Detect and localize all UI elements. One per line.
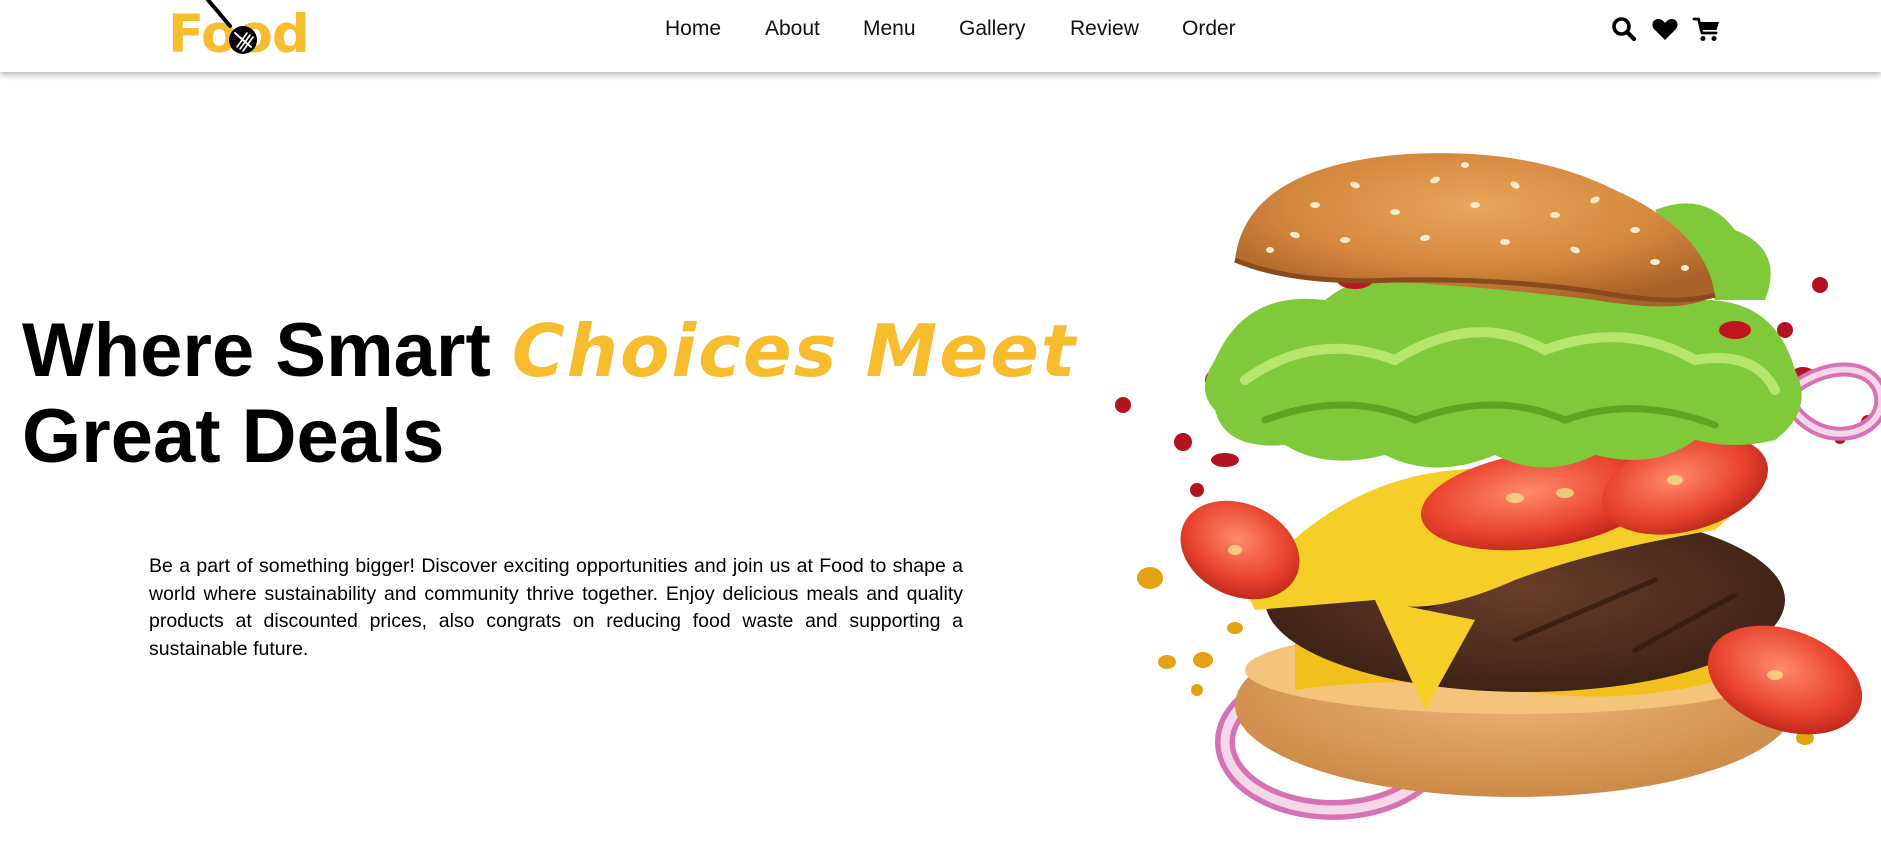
main-nav: Home About Menu Gallery Review Order (0, 0, 1881, 58)
hero-title: Where Smart Choices Meet Great Deals (22, 308, 1077, 480)
hero-title-part2: Great Deals (22, 394, 445, 479)
hero-title-part1: Where Smart (22, 308, 512, 393)
nav-item-order[interactable]: Order (1182, 16, 1236, 42)
hero-title-accent: Choices Meet (511, 309, 1078, 393)
search-icon[interactable] (1609, 14, 1639, 44)
hero-description: Be a part of something bigger! Discover … (149, 555, 963, 660)
nav-item-menu[interactable]: Menu (863, 16, 916, 42)
site-header: Food Home About Menu Gallery Review Orde… (0, 0, 1881, 72)
nav-item-gallery[interactable]: Gallery (959, 16, 1026, 42)
nav-item-review[interactable]: Review (1070, 16, 1139, 42)
heart-icon[interactable] (1650, 14, 1680, 44)
nav-item-home[interactable]: Home (665, 16, 721, 42)
nav-item-about[interactable]: About (765, 16, 820, 42)
burger-image (1095, 150, 1881, 866)
cart-icon[interactable] (1692, 14, 1722, 44)
